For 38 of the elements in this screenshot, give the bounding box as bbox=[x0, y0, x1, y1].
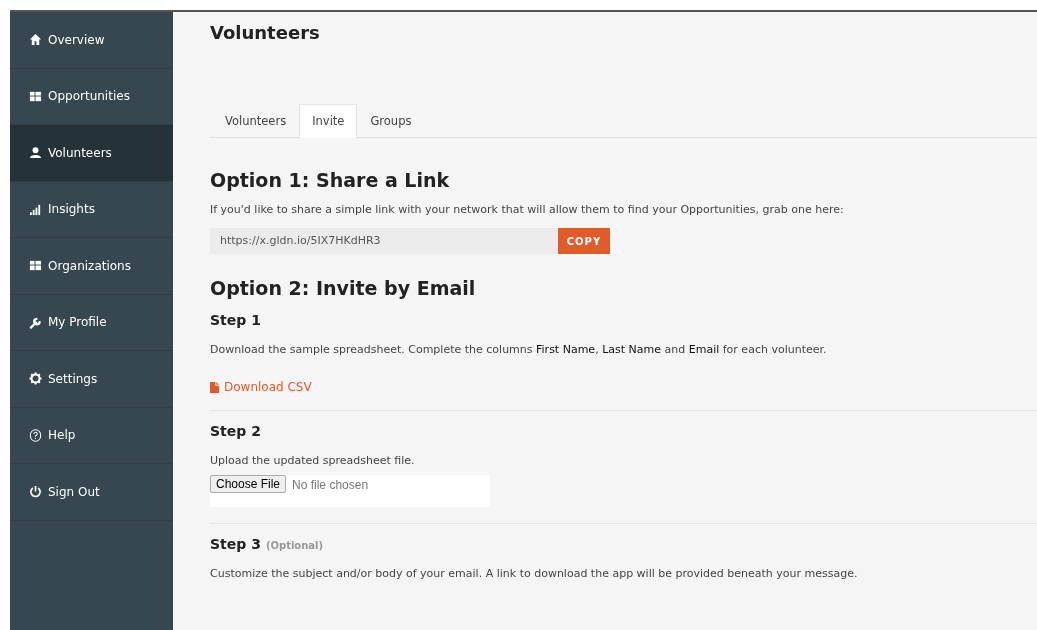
sidebar-item[interactable]: Help bbox=[10, 407, 173, 464]
section-heading: Option 2: Invite by Email bbox=[210, 276, 477, 300]
file-input[interactable]: Choose File No file chosen bbox=[210, 475, 490, 507]
download-link[interactable]: Download CSV bbox=[224, 380, 312, 394]
bar-chart-icon bbox=[29, 202, 42, 216]
description-text: Upload the updated spreadsheet file. bbox=[210, 453, 416, 469]
gear-icon bbox=[29, 372, 42, 386]
section-heading: Option 1: Share a Link bbox=[210, 168, 451, 192]
description-text: Customize the subject and/or body of your email. A link to download the app will be provided beneath your message. bbox=[210, 566, 859, 582]
sidebar-item[interactable]: Sign Out bbox=[10, 464, 173, 521]
step-title: Step 3 bbox=[210, 536, 261, 552]
tab[interactable]: Volunteers bbox=[212, 104, 300, 137]
sidebar-item[interactable]: Organizations bbox=[10, 238, 173, 295]
power-icon bbox=[29, 485, 42, 499]
person-icon bbox=[29, 146, 42, 160]
sidebar-item[interactable]: Volunteers bbox=[10, 125, 173, 182]
sidebar-item[interactable]: Overview bbox=[10, 12, 173, 69]
grid-icon bbox=[29, 89, 42, 103]
link-field[interactable]: https://x.gldn.io/5IX7HKdHR3 bbox=[210, 228, 558, 254]
sidebar-item[interactable]: My Profile bbox=[10, 294, 173, 351]
step-title: Step 2 bbox=[210, 423, 261, 439]
sidebar-item[interactable]: Insights bbox=[10, 181, 173, 238]
description-text: Download the sample spreadsheet. Complete the columns First Name, Last Name and Email for each volunteer. bbox=[210, 342, 828, 358]
choose-file-button[interactable]: Choose File bbox=[210, 475, 287, 493]
copy-button[interactable]: COPY bbox=[558, 228, 610, 254]
grid-icon bbox=[29, 259, 42, 273]
tab[interactable]: Invite bbox=[299, 104, 358, 138]
home-icon bbox=[29, 33, 42, 47]
description-text: If you'd like to share a simple link with your network that will allow them to find your Opportunities, grab one here: bbox=[210, 202, 845, 218]
tab[interactable]: Groups bbox=[357, 104, 425, 137]
wrench-icon bbox=[29, 315, 42, 329]
file-icon bbox=[210, 381, 219, 393]
sidebar-item[interactable]: Settings bbox=[10, 351, 173, 408]
file-status: No file chosen bbox=[292, 477, 369, 494]
help-icon bbox=[29, 428, 42, 442]
step-title: Step 1 bbox=[210, 312, 261, 328]
page-title: Volunteers bbox=[210, 21, 321, 45]
optional-note: (Optional) bbox=[265, 540, 324, 551]
